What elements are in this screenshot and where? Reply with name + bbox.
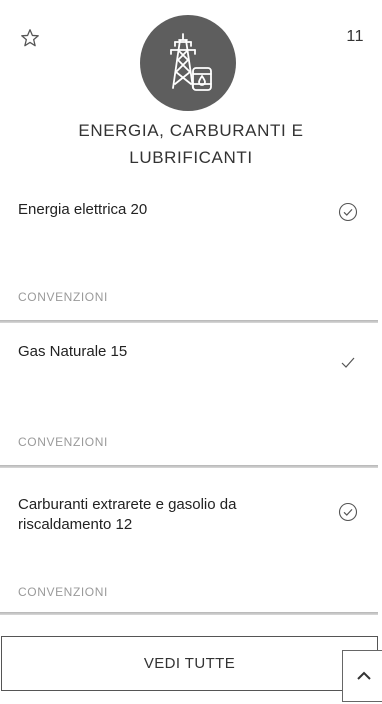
category-title: ENERGIA, CARBURANTI E LUBRIFICANTI (78, 121, 304, 167)
check-icon (341, 357, 355, 368)
chevron-up-icon (356, 671, 371, 680)
divider (0, 612, 378, 615)
item-title[interactable]: Energia elettrica 20 (18, 200, 298, 220)
circle-check-icon (338, 202, 358, 222)
category-icon (140, 15, 236, 111)
back-to-top-button[interactable] (342, 650, 382, 702)
divider (0, 465, 378, 468)
convention-tag: CONVENZIONI (18, 435, 108, 449)
convention-tag: CONVENZIONI (18, 290, 108, 304)
circle-check-icon (338, 502, 358, 522)
star-outline-icon[interactable] (19, 27, 41, 49)
divider (0, 320, 378, 323)
item-title[interactable]: Gas Naturale 15 (18, 342, 298, 362)
item-title[interactable]: Carburanti extrarete e gasolio da riscal… (18, 495, 298, 535)
item-count: 11 (346, 28, 364, 45)
power-pylon-fuel-barrel-icon (170, 33, 212, 91)
see-all-button[interactable]: VEDI TUTTE (1, 636, 378, 691)
convention-tag: CONVENZIONI (18, 585, 108, 599)
